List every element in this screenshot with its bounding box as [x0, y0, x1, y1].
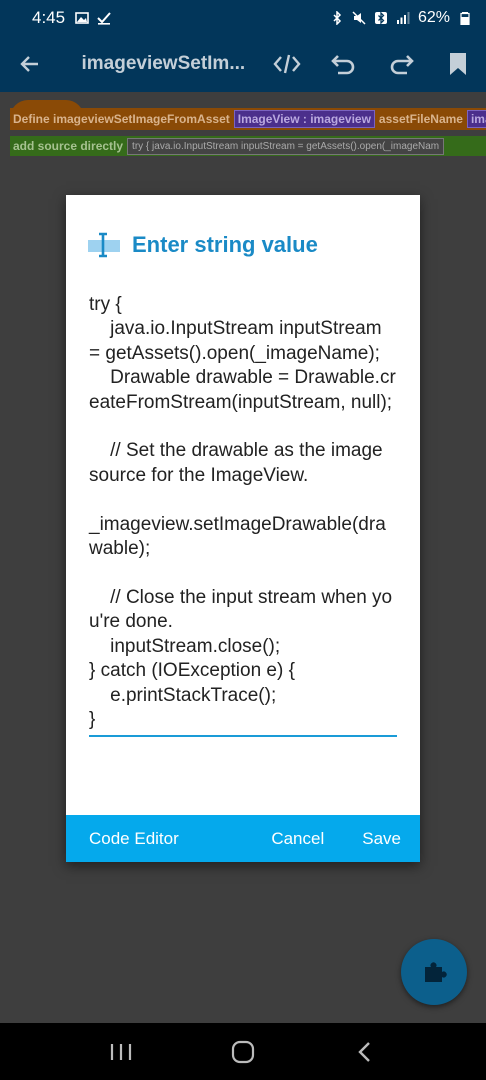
- back-chevron-icon: [358, 1041, 370, 1062]
- signal-icon: [396, 12, 410, 24]
- cancel-button[interactable]: Cancel: [271, 829, 324, 849]
- system-nav-bar: [0, 1023, 486, 1080]
- home-icon: [231, 1040, 255, 1063]
- add-source-label: add source directly: [13, 139, 124, 153]
- back-arrow-icon: [20, 56, 38, 72]
- dialog-title: Enter string value: [132, 232, 318, 257]
- bluetooth-icon: [333, 11, 342, 25]
- dialog-header: Enter string value: [66, 195, 420, 285]
- param-imageview: ImageView : imageview: [233, 110, 375, 128]
- home-button[interactable]: [223, 1032, 263, 1072]
- back-button[interactable]: [0, 36, 59, 92]
- source-code-button[interactable]: [258, 36, 315, 92]
- save-button[interactable]: Save: [362, 829, 401, 849]
- text-cursor-icon: [88, 232, 120, 258]
- bluetooth-icon: [374, 11, 387, 25]
- battery-percent: 62%: [417, 9, 450, 26]
- blocks-palette-button[interactable]: [401, 939, 467, 1005]
- recents-button[interactable]: [101, 1032, 141, 1072]
- bookmark-button[interactable]: [429, 36, 486, 92]
- dialog-footer: Code Editor Cancel Save: [66, 815, 420, 862]
- puzzle-piece-icon: [425, 962, 447, 982]
- param-image: ima: [466, 110, 486, 128]
- bookmark-icon: [449, 53, 466, 75]
- define-block[interactable]: Define imageviewSetImageFromAsset ImageV…: [10, 108, 486, 130]
- code-icon: [272, 54, 301, 74]
- mute-icon: [352, 11, 366, 25]
- redo-icon: [390, 55, 414, 75]
- code-editor-button[interactable]: Code Editor: [89, 829, 179, 849]
- back-nav-button[interactable]: [345, 1032, 385, 1072]
- add-source-block[interactable]: add source directly try { java.io.InputS…: [10, 136, 486, 156]
- page-title: imageviewSetIm...: [81, 53, 246, 74]
- status-time: 4:45: [32, 8, 66, 27]
- battery-icon: [460, 12, 470, 25]
- add-source-code-field[interactable]: try { java.io.InputStream inputStream = …: [127, 137, 445, 155]
- recents-icon: [110, 1043, 132, 1060]
- check-icon: [97, 12, 111, 25]
- param-asset-label: assetFileName: [378, 112, 463, 126]
- gallery-icon: [75, 12, 89, 24]
- define-block-label: Define imageviewSetImageFromAsset: [13, 112, 230, 126]
- app-bar: imageviewSetIm...: [0, 36, 486, 92]
- string-value-dialog: Enter string value try { java.io.InputSt…: [66, 195, 420, 862]
- status-bar: 4:45 62%: [0, 0, 486, 36]
- undo-button[interactable]: [315, 36, 372, 92]
- string-value-input[interactable]: try { java.io.InputStream inputStream = …: [89, 293, 397, 738]
- redo-button[interactable]: [372, 36, 429, 92]
- undo-icon: [330, 55, 354, 75]
